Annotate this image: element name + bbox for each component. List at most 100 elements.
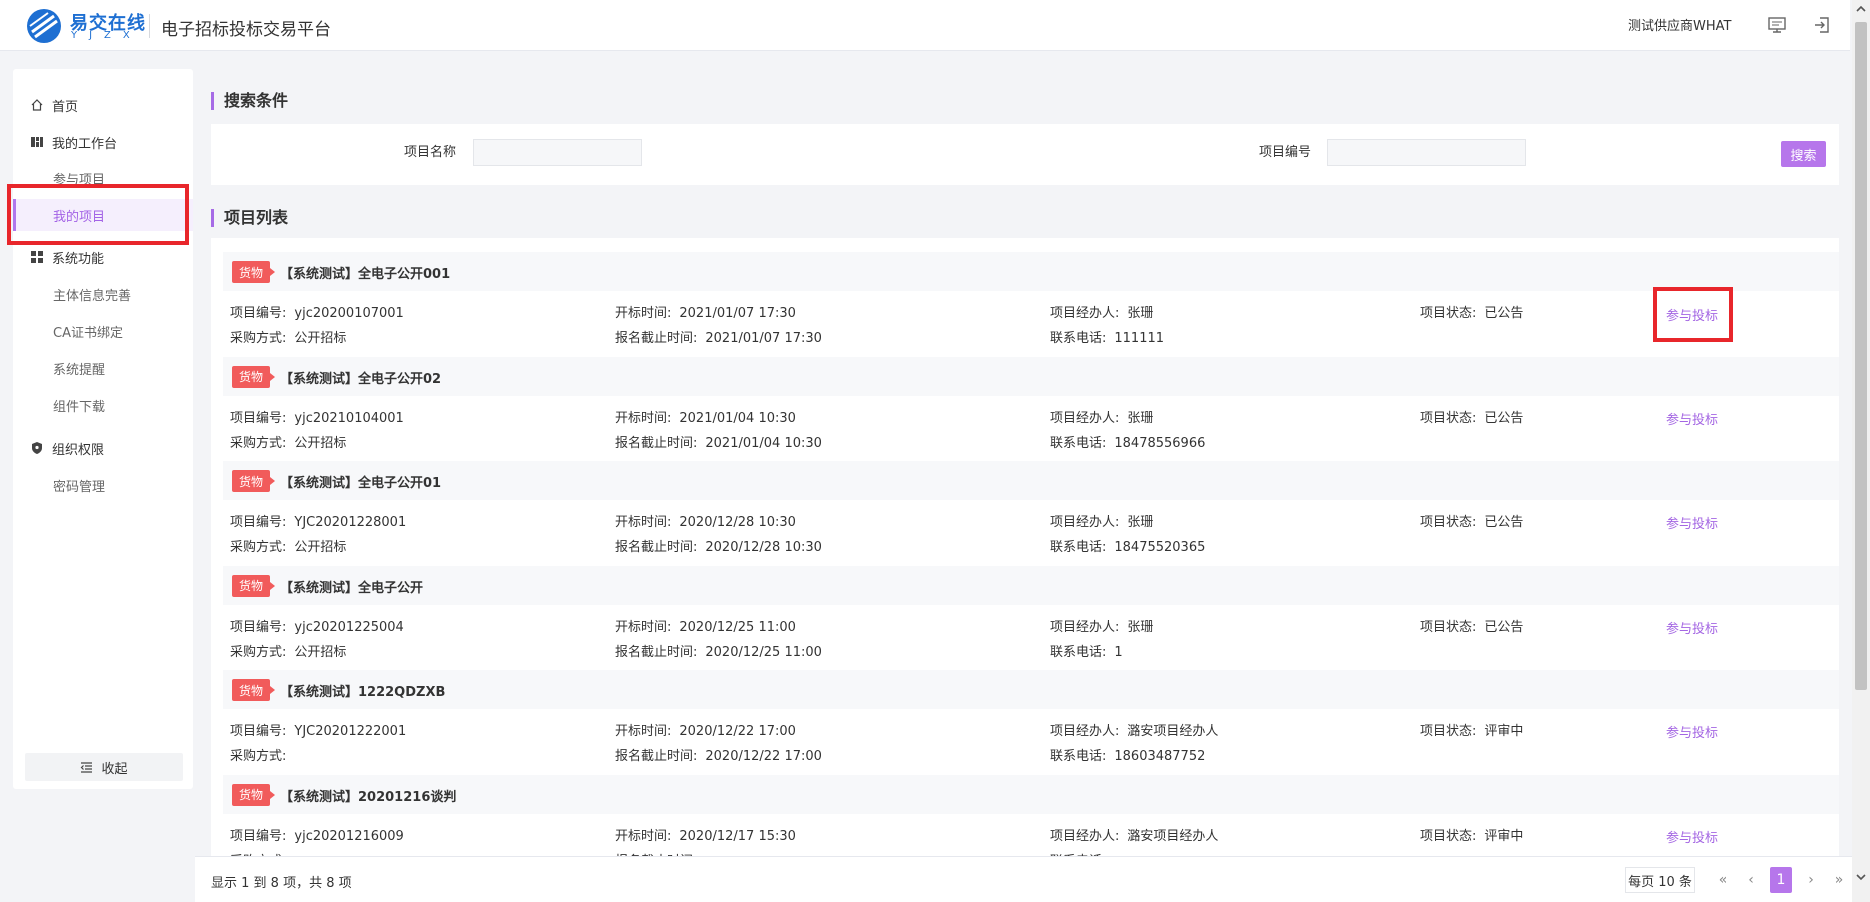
list-section-title: 项目列表 [211, 209, 288, 227]
nav-workbench-label: 我的工作台 [52, 136, 118, 152]
field-value: 18475520365 [1114, 540, 1206, 555]
project-title[interactable]: 【系统测试】全电子公开 [280, 577, 423, 596]
category-badge: 货物 [232, 365, 275, 388]
list-item-header: 货物 【系统测试】全电子公开01 [223, 461, 1839, 500]
field-manager: 项目经办人: 张珊 [1050, 407, 1153, 426]
scroll-thumb[interactable] [1855, 22, 1867, 690]
category-badge: 货物 [232, 261, 275, 283]
field-label: 采购方式: [230, 435, 287, 451]
project-title[interactable]: 【系统测试】全电子公开001 [280, 263, 450, 282]
field-value: yjc20201216009 [294, 828, 404, 844]
field-label: 项目编号: [230, 515, 287, 530]
monitor-icon[interactable] [1767, 15, 1787, 35]
first-page-icon[interactable]: « [1712, 867, 1734, 893]
last-page-icon[interactable]: » [1828, 867, 1850, 893]
nav-ca-bind[interactable]: CA证书绑定 [13, 315, 193, 347]
page-scrollbar[interactable] [1852, 0, 1870, 902]
logout-icon[interactable] [1812, 15, 1832, 35]
field-label: 项目编号: [230, 410, 287, 426]
project-title[interactable]: 【系统测试】1222QDZXB [280, 681, 445, 700]
field-open-time: 开标时间: 2021/01/07 17:30 [615, 302, 796, 321]
scroll-down-icon[interactable] [1854, 870, 1868, 884]
nav-reminder[interactable]: 系统提醒 [13, 352, 193, 384]
project-code-input[interactable] [1327, 139, 1526, 166]
field-manager: 项目经办人: 潞安项目经办人 [1050, 720, 1218, 739]
menu-fold-icon [81, 761, 93, 773]
field-label: 开标时间: [615, 828, 672, 844]
field-label: 项目经办人: [1050, 306, 1120, 321]
field-code: 项目编号: yjc20201216009 [230, 825, 404, 844]
page-1-button[interactable]: 1 [1770, 867, 1792, 893]
field-label: 开标时间: [615, 306, 672, 321]
field-label: 项目状态: [1420, 724, 1477, 739]
field-label: 报名截止时间: [615, 749, 698, 764]
field-manager: 项目经办人: 潞安项目经办人 [1050, 825, 1218, 844]
nav-password[interactable]: 密码管理 [13, 469, 193, 501]
field-method: 采购方式: 公开招标 [230, 536, 346, 555]
project-name-input[interactable] [473, 139, 642, 166]
project-code-label: 项目编号 [1259, 145, 1312, 160]
nav-subject-info[interactable]: 主体信息完善 [13, 278, 193, 310]
join-bid-link[interactable]: 参与投标 [1666, 618, 1718, 637]
next-page-icon[interactable]: › [1800, 867, 1822, 893]
field-value: 1 [1114, 644, 1123, 660]
grid-icon [31, 251, 43, 263]
field-deadline: 报名截止时间: 2020/12/22 17:00 [615, 745, 822, 764]
field-status: 项目状态: 评审中 [1420, 720, 1523, 739]
nav-home[interactable]: 首页 [13, 89, 193, 121]
project-title[interactable]: 【系统测试】全电子公开01 [280, 472, 441, 491]
project-title[interactable]: 【系统测试】全电子公开02 [280, 368, 441, 387]
field-value: 2020/12/17 15:30 [679, 828, 796, 844]
field-value: 已公告 [1484, 619, 1524, 635]
nav-org-perm[interactable]: 组织权限 [13, 432, 193, 464]
nav-home-label: 首页 [52, 99, 79, 115]
pagination-info: 显示 1 到 8 项，共 8 项 [211, 876, 352, 891]
prev-page-icon[interactable]: ‹ [1740, 867, 1762, 893]
join-bid-link[interactable]: 参与投标 [1666, 722, 1718, 741]
field-open-time: 开标时间: 2021/01/04 10:30 [615, 407, 796, 426]
field-label: 采购方式: [230, 644, 287, 660]
per-page-select[interactable]: 每页 10 条 [1625, 867, 1695, 893]
collapse-button[interactable]: 收起 [25, 753, 183, 781]
nav-workbench[interactable]: 我的工作台 [13, 126, 193, 158]
join-bid-link[interactable]: 参与投标 [1666, 513, 1718, 532]
list-item: 货物 【系统测试】1222QDZXB 项目编号: YJC20201222001 开标时间… [223, 670, 1839, 775]
project-title[interactable]: 【系统测试】20201216谈判 [280, 786, 456, 805]
nav-component-download[interactable]: 组件下载 [13, 389, 193, 421]
field-method: 采购方式: [230, 745, 294, 764]
field-label: 开标时间: [615, 724, 672, 739]
field-value: 张珊 [1127, 410, 1154, 426]
field-value: 评审中 [1484, 828, 1524, 844]
field-label: 采购方式: [230, 331, 287, 346]
list-item-header: 货物 【系统测试】20201216谈判 [223, 774, 1839, 814]
field-label: 报名截止时间: [615, 644, 698, 660]
field-value: yjc20200107001 [294, 306, 404, 321]
list-item: 货物 【系统测试】全电子公开 项目编号: yjc20201225004 开标时间: 202… [223, 565, 1839, 671]
nav-system[interactable]: 系统功能 [13, 241, 193, 273]
join-bid-link[interactable]: 参与投标 [1666, 827, 1718, 846]
field-value: 2020/12/22 17:00 [705, 749, 822, 764]
field-status: 项目状态: 已公告 [1420, 511, 1523, 530]
field-label: 报名截止时间: [615, 540, 698, 555]
collapse-label: 收起 [101, 761, 128, 777]
user-name[interactable]: 测试供应商WHAT [1628, 15, 1731, 34]
nav-system-label: 系统功能 [52, 251, 105, 267]
field-value: 2021/01/07 17:30 [679, 306, 796, 321]
field-value: 已公告 [1484, 306, 1524, 321]
search-button[interactable]: 搜索 [1781, 141, 1826, 167]
field-deadline: 报名截止时间: 2020/12/25 11:00 [615, 641, 822, 660]
field-value: 2020/12/28 10:30 [679, 515, 796, 530]
field-phone: 联系电话: 1 [1050, 641, 1123, 660]
field-value: 2020/12/22 17:00 [679, 724, 796, 739]
field-code: 项目编号: yjc20201225004 [230, 616, 404, 635]
field-label: 项目状态: [1420, 828, 1477, 844]
field-label: 项目编号: [230, 306, 287, 321]
list-item-header: 货物 【系统测试】全电子公开02 [223, 356, 1839, 396]
search-section-title: 搜索条件 [211, 92, 288, 110]
scroll-up-icon[interactable] [1854, 2, 1868, 16]
field-label: 项目状态: [1420, 410, 1477, 426]
join-bid-link[interactable]: 参与投标 [1666, 409, 1718, 428]
field-value: 2021/01/04 10:30 [679, 410, 796, 426]
pagination-bar: 显示 1 到 8 项，共 8 项 每页 10 条 « ‹ 1 › » [195, 856, 1852, 902]
field-status: 项目状态: 已公告 [1420, 616, 1523, 635]
